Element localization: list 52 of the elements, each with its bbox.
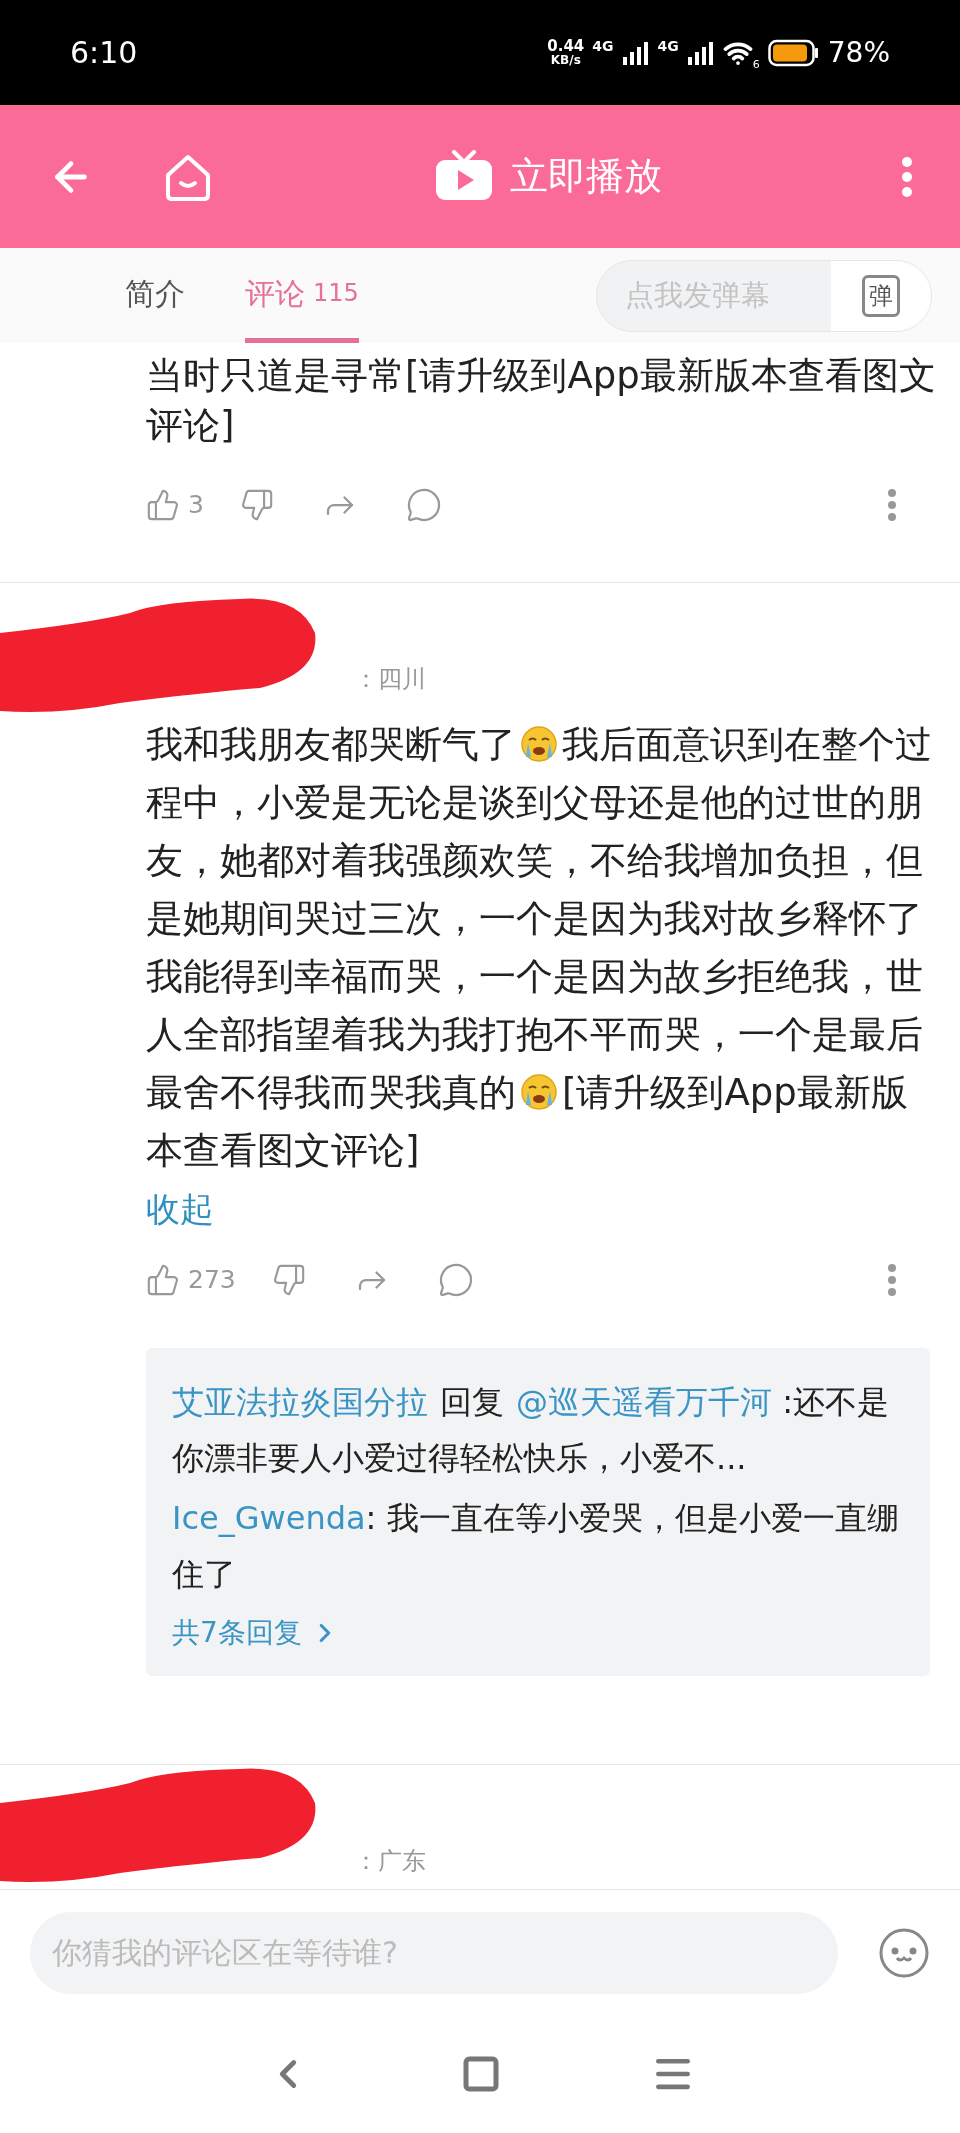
thumbs-up-icon: [146, 1263, 180, 1297]
more-icon: [902, 156, 912, 197]
network-type: 4G: [657, 36, 679, 56]
battery-icon: [767, 38, 820, 67]
thumbs-down-icon: [271, 1263, 306, 1297]
emoji-button[interactable]: [878, 1926, 930, 1979]
more-icon: [888, 489, 896, 521]
signal-icon: [621, 40, 650, 65]
speed-unit: KB/s: [550, 54, 581, 66]
comment-count: 115: [313, 278, 359, 309]
location-text: ：四川: [354, 664, 426, 695]
like-button[interactable]: 3: [146, 486, 204, 524]
comment-input[interactable]: 你猜我的评论区在等待谁?: [30, 1911, 838, 1994]
thumbs-up-icon: [146, 488, 180, 522]
dislike-button[interactable]: [271, 1263, 306, 1297]
battery-percent: 78%: [827, 34, 890, 71]
thumbs-down-icon: [239, 488, 274, 522]
view-replies-link[interactable]: 共7条回复: [172, 1612, 340, 1654]
collapse-link[interactable]: 收起: [146, 1180, 214, 1238]
crying-emoji-icon: [520, 725, 558, 763]
wifi-label: 6: [752, 57, 760, 73]
crying-emoji-icon: [520, 1073, 558, 1111]
square-icon: [461, 2054, 501, 2094]
danmaku-button[interactable]: 弹: [831, 260, 931, 331]
signal-icon: [686, 40, 715, 65]
network-type: 4G: [592, 36, 614, 56]
reply-text: 艾亚法拉炎国分拉 回复 @巡天遥看万千河 :还不是你漂非要人小爱过得轻松快乐，小爱不...: [172, 1382, 890, 1479]
reply-button[interactable]: [437, 1262, 474, 1298]
like-count: 273: [188, 1264, 236, 1297]
like-button[interactable]: 273: [146, 1261, 236, 1299]
tab[interactable]: 评论 115: [245, 248, 359, 343]
speech-bubble-icon: [405, 487, 442, 523]
dislike-button[interactable]: [239, 488, 274, 522]
speech-bubble-icon: [437, 1262, 474, 1298]
location-text: ：广东: [354, 1846, 426, 1877]
play-now-button[interactable]: 立即播放: [434, 148, 662, 205]
reply-text: Ice_Gwenda: 我一直在等小爱哭，但是小爱一直绷住了: [172, 1498, 900, 1595]
username-link[interactable]: Ice_Gwenda: [172, 1499, 366, 1537]
network-speed: 0.44: [547, 39, 585, 54]
more-button[interactable]: [888, 1264, 896, 1296]
reply-button[interactable]: [405, 487, 442, 523]
more-button[interactable]: [902, 156, 912, 197]
username-link[interactable]: @巡天遥看万千河: [516, 1383, 772, 1421]
more-button[interactable]: [888, 489, 896, 521]
like-count: 3: [188, 489, 204, 522]
comment-text: 我和我朋友都哭断气了 我后面意识到在整个过程中，小爱是无论是谈到父母还是他的过世的朋友，她都对着我强颜欢笑，不给我增加负担，但是她期间哭过三次，一个是因为我对故乡释怀了我能得到幸福而哭，一个是因为故乡拒绝我，世人全部指望着我为我打抱不平而哭，一个是最后最舍不得我而哭我真的 [请升级到App最新版本查看图文评论]: [146, 722, 933, 1174]
home-button[interactable]: [461, 2054, 501, 2094]
username-link[interactable]: 艾亚法拉炎国分拉: [172, 1383, 428, 1421]
time: 6:10: [70, 34, 138, 72]
comment-text: 当时只道是寻常[请升级到App最新版本查看图文评论]: [146, 353, 936, 449]
more-icon: [888, 1264, 896, 1296]
tab[interactable]: 简介: [125, 248, 185, 343]
